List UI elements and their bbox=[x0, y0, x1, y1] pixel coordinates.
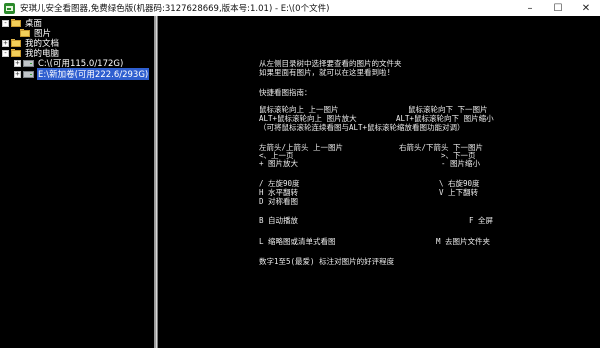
expand-icon[interactable]: + bbox=[2, 39, 9, 47]
collapse-icon[interactable]: - bbox=[2, 19, 9, 27]
shortcut-fullscreen: F 全屏 bbox=[469, 216, 494, 225]
shortcut-zoom-out: - 图片缩小 bbox=[441, 159, 481, 168]
maximize-button[interactable]: ☐ bbox=[544, 0, 572, 16]
wheel-swap-note: （可将鼠标滚轮连续看图与ALT+鼠标滚轮缩放看图功能对调） bbox=[259, 123, 465, 132]
shortcut-autoplay: B 自动播放 bbox=[259, 216, 299, 225]
window-title: 安琪儿安全看图器,免费绿色版(机器码:3127628669,版本号:1.01) … bbox=[20, 4, 330, 14]
drive-icon bbox=[23, 59, 34, 67]
shortcut-symmetric-view: D 对称看图 bbox=[259, 197, 299, 206]
expand-icon[interactable]: + bbox=[14, 59, 21, 67]
guide-heading: 快捷看图指南： bbox=[259, 88, 312, 97]
minimize-button[interactable]: – bbox=[516, 0, 544, 16]
expand-icon[interactable]: + bbox=[14, 70, 21, 78]
tree-item-drive-e[interactable]: + E:\新加卷(可用222.6/293G) bbox=[14, 68, 150, 80]
folder-icon bbox=[20, 29, 30, 37]
folder-icon bbox=[11, 49, 21, 57]
shortcut-thumbnail-view: L 缩略图或清单式看图 bbox=[259, 237, 336, 246]
folder-icon bbox=[11, 19, 21, 27]
window-controls: – ☐ ✕ bbox=[516, 0, 600, 16]
app-window: 安琪儿安全看图器,免费绿色版(机器码:3127628669,版本号:1.01) … bbox=[0, 0, 600, 348]
close-button[interactable]: ✕ bbox=[572, 0, 600, 16]
image-view-pane[interactable]: 从左侧目录树中选择要查看的图片的文件夹 如果里面有图片，就可以在这里看到啦! 快… bbox=[158, 16, 600, 348]
collapse-icon[interactable]: - bbox=[2, 49, 9, 57]
intro-line-2: 如果里面有图片，就可以在这里看到啦! bbox=[259, 68, 392, 77]
shortcut-rating: 数字1至5(最爱) 标注对图片的好评程度 bbox=[259, 257, 395, 266]
drive-icon bbox=[23, 70, 34, 78]
folder-icon bbox=[11, 39, 21, 47]
title-bar: 安琪儿安全看图器,免费绿色版(机器码:3127628669,版本号:1.01) … bbox=[0, 0, 600, 16]
shortcut-open-folder: M 去图片文件夹 bbox=[436, 237, 491, 246]
folder-tree-pane[interactable]: - 桌面 图片 + 我的文档 - 我的电脑 + C:\(可用115.0/172G… bbox=[0, 16, 155, 348]
tree-item-label: E:\新加卷(可用222.6/293G) bbox=[37, 68, 150, 80]
shortcut-zoom-in: + 图片放大 bbox=[259, 159, 299, 168]
tree-item-drive-c[interactable]: + C:\(可用115.0/172G) bbox=[14, 58, 124, 69]
shortcut-guide: 从左侧目录树中选择要查看的图片的文件夹 如果里面有图片，就可以在这里看到啦! 快… bbox=[158, 16, 600, 348]
app-icon bbox=[4, 2, 15, 14]
shortcut-flip-vertical: V 上下翻转 bbox=[439, 188, 479, 197]
